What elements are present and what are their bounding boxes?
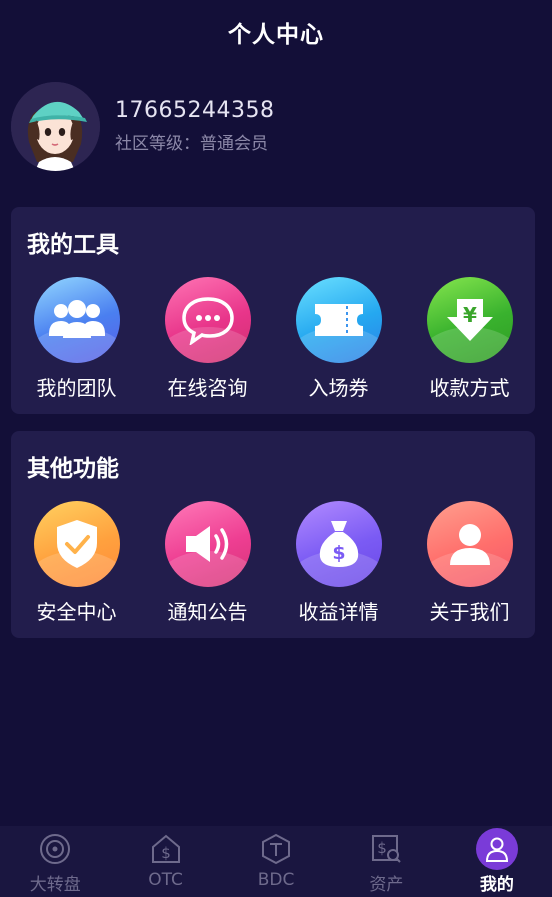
- svg-text:$: $: [378, 839, 388, 857]
- avatar-girl-icon: [11, 81, 100, 171]
- yuan-download-icon[interactable]: ¥: [426, 277, 513, 363]
- tool-item-chat[interactable]: 在线咨询: [142, 277, 273, 401]
- tab-label-assets: 资产: [369, 875, 404, 895]
- ticket-icon[interactable]: [295, 277, 382, 363]
- other-card: 其他功能 安全中心 通知公告 $ 收益详情 关于我们: [11, 431, 535, 638]
- bottom-tabbar: 大转盘 $ OTC BDC $ 资产 我的: [0, 826, 552, 897]
- tab-assets[interactable]: $ 资产: [331, 826, 441, 897]
- tool-item-ticket[interactable]: 入场券: [273, 277, 404, 401]
- other-label-notice: 通知公告: [167, 600, 248, 624]
- user-phone: 17665244358: [115, 98, 275, 123]
- other-item-about[interactable]: 关于我们: [404, 501, 535, 625]
- tool-label-chat: 在线咨询: [167, 376, 248, 400]
- user-level: 社区等级：普通会员: [115, 134, 268, 154]
- page-title: 个人中心: [228, 22, 324, 48]
- tab-mine[interactable]: 我的: [442, 826, 552, 897]
- hexagon-t-icon: [259, 832, 293, 866]
- profile-info: 17665244358 社区等级：普通会员: [115, 98, 274, 154]
- tab-label-otc: OTC: [148, 870, 183, 890]
- tab-bdc[interactable]: BDC: [221, 826, 331, 897]
- svg-text:$: $: [161, 844, 171, 862]
- turntable-icon: [38, 832, 72, 866]
- tools-title: 我的工具: [27, 232, 119, 258]
- other-title: 其他功能: [27, 456, 119, 482]
- profile-section[interactable]: 17665244358 社区等级：普通会员: [11, 80, 541, 172]
- tab-otc[interactable]: $ OTC: [110, 826, 220, 897]
- header: 个人中心: [0, 0, 552, 64]
- user-icon[interactable]: [426, 501, 513, 587]
- page: 个人中心 17665244358 社区等级：普通会员 我的工具 我的团队 在线咨…: [0, 0, 552, 897]
- svg-text:¥: ¥: [463, 303, 477, 327]
- other-label-income: 收益详情: [298, 600, 379, 624]
- tool-label-ticket: 入场券: [308, 376, 369, 400]
- dollar-house-icon: $: [149, 832, 183, 866]
- other-item-income[interactable]: $ 收益详情: [273, 501, 404, 625]
- money-bag-icon[interactable]: $: [295, 501, 382, 587]
- tab-label-bdc: BDC: [257, 870, 295, 890]
- dollar-search-icon: $: [369, 832, 403, 866]
- other-item-safe[interactable]: 安全中心: [11, 501, 142, 625]
- other-label-safe: 安全中心: [36, 600, 117, 624]
- speaker-icon[interactable]: [164, 501, 251, 587]
- avatar[interactable]: [11, 81, 100, 171]
- tools-card: 我的工具 我的团队 在线咨询 入场券 ¥ 收款方式: [11, 207, 535, 414]
- tool-item-pay[interactable]: ¥ 收款方式: [404, 277, 535, 401]
- shield-check-icon[interactable]: [33, 501, 120, 587]
- tools-grid: 我的团队 在线咨询 入场券 ¥ 收款方式: [11, 277, 535, 401]
- other-grid: 安全中心 通知公告 $ 收益详情 关于我们: [11, 501, 535, 625]
- tool-label-pay: 收款方式: [429, 376, 510, 400]
- svg-text:$: $: [332, 542, 345, 564]
- tool-item-team[interactable]: 我的团队: [11, 277, 142, 401]
- other-label-about: 关于我们: [429, 600, 510, 624]
- other-item-notice[interactable]: 通知公告: [142, 501, 273, 625]
- chat-icon[interactable]: [164, 277, 251, 363]
- tab-turntable[interactable]: 大转盘: [0, 826, 110, 897]
- team-icon[interactable]: [33, 277, 120, 363]
- user-icon: [475, 828, 518, 870]
- tab-label-mine: 我的: [479, 875, 514, 895]
- tab-label-turntable: 大转盘: [29, 875, 81, 895]
- tool-label-team: 我的团队: [36, 376, 117, 400]
